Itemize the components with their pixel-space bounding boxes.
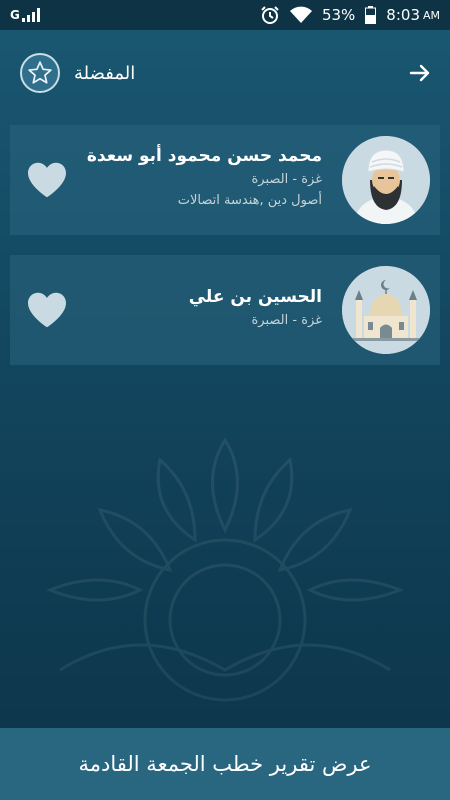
star-icon <box>20 53 60 93</box>
alarm-icon <box>261 6 279 24</box>
network-type: G <box>10 8 20 22</box>
header-title-group: المفضلة <box>20 53 135 93</box>
favorite-card[interactable]: محمد حسن محمود أبو سعدة غزة - الصبرة أصو… <box>10 125 440 235</box>
clock-time: 8:03 <box>386 6 420 24</box>
status-bar: G 53% 8:03 AM <box>0 0 450 30</box>
next-friday-report-button[interactable]: عرض تقرير خطب الجمعة القادمة <box>0 728 450 800</box>
heart-icon[interactable] <box>26 161 68 199</box>
battery-percent: 53% <box>321 6 356 24</box>
heart-icon[interactable] <box>26 291 68 329</box>
app-header: المفضلة <box>0 30 450 116</box>
favorite-location: غزة - الصبرة <box>251 312 323 328</box>
favorite-specialty: أصول دين ,هندسة اتصالات <box>177 193 322 208</box>
imam-avatar-icon <box>342 136 430 224</box>
favorite-name: محمد حسن محمود أبو سعدة <box>86 146 322 166</box>
decorative-pattern <box>45 437 405 702</box>
favorite-name: الحسين بن علي <box>188 286 322 307</box>
network-indicator: G <box>10 8 40 22</box>
page-title: المفضلة <box>74 62 136 84</box>
battery-icon <box>365 6 377 24</box>
favorite-card[interactable]: الحسين بن علي غزة - الصبرة <box>10 255 440 365</box>
arrow-right-icon[interactable] <box>408 61 432 85</box>
clock-ampm: AM <box>422 8 440 22</box>
signal-icon <box>21 8 40 22</box>
next-friday-report-label: عرض تقرير خطب الجمعة القادمة <box>78 752 372 776</box>
mosque-avatar-icon <box>342 266 430 354</box>
favorite-info: محمد حسن محمود أبو سعدة غزة - الصبرة أصو… <box>87 146 322 214</box>
wifi-icon <box>289 6 312 23</box>
favorite-location: غزة - الصبرة <box>251 172 323 187</box>
favorite-info: الحسين بن علي غزة - الصبرة <box>189 287 322 334</box>
